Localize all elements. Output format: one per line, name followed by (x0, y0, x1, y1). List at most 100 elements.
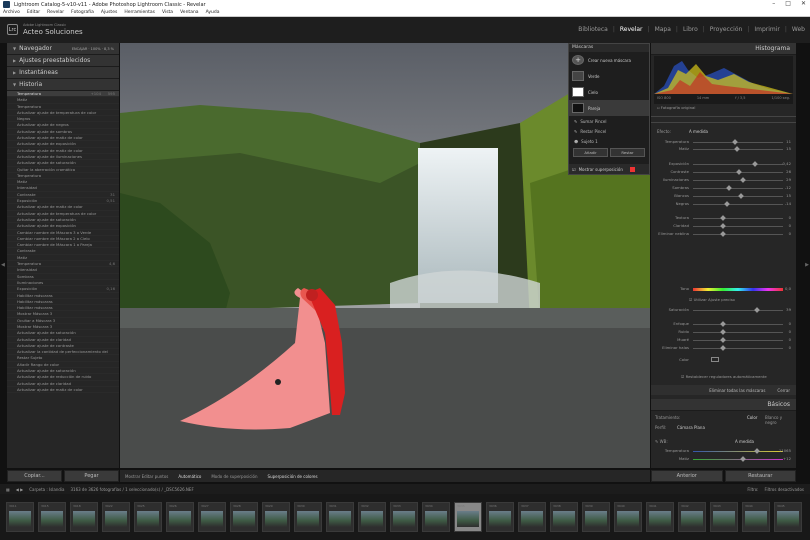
film-thumbnail[interactable]: 3944 (742, 502, 770, 532)
slider-contraste[interactable]: Contraste 26 (655, 169, 793, 177)
menu-ayuda[interactable]: Ayuda (206, 10, 220, 15)
film-thumbnail[interactable]: 3930 (294, 502, 322, 532)
mask-item-cielo[interactable]: Cielo (569, 84, 649, 100)
film-thumbnail[interactable]: 3935 (454, 502, 482, 532)
delete-masks-button[interactable]: Eliminar todas las máscaras (709, 388, 765, 393)
overlay-mode-select[interactable]: Superposición de colores (268, 474, 318, 479)
treatment-color[interactable]: Color (747, 415, 757, 420)
fine-adjust-check[interactable]: ☑ Utilizar Ajuste preciso (689, 297, 735, 302)
mask-item-verde[interactable]: Verde (569, 68, 649, 84)
slider-knob[interactable] (738, 193, 744, 199)
slider-knob[interactable] (720, 329, 726, 335)
slider-textura[interactable]: Textura 0 (655, 215, 793, 223)
copy-button[interactable]: Copiar... (7, 470, 62, 482)
film-thumbnail[interactable]: 3915 (38, 502, 66, 532)
slider-eliminar-halos[interactable]: Eliminar halos 0 (655, 345, 793, 353)
slider-claridad[interactable]: Claridad 0 (655, 223, 793, 231)
add-mask-button[interactable]: Añadir (573, 148, 608, 157)
film-thumbnail[interactable]: 3937 (518, 502, 546, 532)
module-libro[interactable]: Libro (678, 26, 703, 33)
folder-label[interactable]: Carpeta : Islandia (29, 487, 64, 492)
show-pins-select[interactable]: Automático (178, 474, 201, 479)
reset-sliders-check[interactable]: ☑ Restablecer reguladores automáticament… (681, 374, 767, 379)
close-masks-button[interactable]: Cerrar (777, 388, 790, 393)
mask-component-subject[interactable]: ☻ Sujeto 1 (569, 136, 649, 146)
module-mapa[interactable]: Mapa (650, 26, 676, 33)
tint-slider[interactable]: Matiz +12 (655, 456, 793, 464)
slider-sombras[interactable]: Sombras -12 (655, 185, 793, 193)
slider-knob[interactable] (720, 231, 726, 237)
menu-revelar[interactable]: Revelar (47, 10, 64, 15)
film-thumbnail[interactable]: 3943 (710, 502, 738, 532)
saturation-slider[interactable]: Saturación 39 (655, 307, 793, 315)
treatment-bw[interactable]: Blanco y negro (765, 415, 793, 425)
film-thumbnail[interactable]: 3938 (550, 502, 578, 532)
module-web[interactable]: Web (787, 26, 810, 33)
film-thumbnail[interactable]: 3945 (774, 502, 802, 532)
slider-eliminar-neblina[interactable]: Eliminar neblina 0 (655, 231, 793, 239)
menu-ventana[interactable]: Ventana (180, 10, 198, 15)
subtract-mask-button[interactable]: Restar (610, 148, 645, 157)
module-revelar[interactable]: Revelar (615, 26, 648, 33)
slider-knob[interactable] (720, 223, 726, 229)
slider-exposición[interactable]: Exposición 0,42 (655, 161, 793, 169)
slider-ruido[interactable]: Ruido 0 (655, 329, 793, 337)
module-imprimir[interactable]: Imprimir (749, 26, 785, 33)
film-thumbnail[interactable]: 3932 (358, 502, 386, 532)
back-arrow-icon[interactable]: ◀ ▶ (16, 487, 23, 492)
film-thumbnail[interactable]: 3922 (102, 502, 130, 532)
mask-component-subtract-brush[interactable]: ✎ Restar Pincel (569, 126, 649, 136)
wb-select[interactable]: A medida (735, 439, 754, 444)
reset-button[interactable]: Restaurar (724, 470, 796, 482)
hue-slider[interactable]: Tono 0,0 (655, 286, 793, 294)
previous-button[interactable]: Anterior (651, 470, 723, 482)
history-header[interactable]: ▼ Historia (7, 79, 119, 91)
slider-knob[interactable] (736, 169, 742, 175)
profile-select[interactable]: Cámara Plana (677, 425, 705, 430)
film-thumbnail[interactable]: 3934 (422, 502, 450, 532)
slider-knob[interactable] (724, 201, 730, 207)
color-swatch-icon[interactable] (711, 357, 719, 362)
slider-knob[interactable] (752, 161, 758, 167)
minimize-button[interactable]: – (772, 0, 775, 7)
original-photo-check[interactable]: ▫ Fotografía original (657, 105, 695, 110)
paste-button[interactable]: Pegar (64, 470, 119, 482)
color-swatch-row[interactable]: Color (655, 357, 793, 365)
overlay-color-swatch[interactable] (630, 166, 635, 172)
slider-iluminaciones[interactable]: Iluminaciones 29 (655, 177, 793, 185)
slider-knob[interactable] (720, 215, 726, 221)
presets-header[interactable]: ▶ Ajustes preestablecidos (7, 55, 119, 67)
grid-icon[interactable]: ▦ (6, 487, 10, 492)
film-thumbnail[interactable]: 3928 (230, 502, 258, 532)
slider-negros[interactable]: Negros -14 (655, 201, 793, 209)
menu-fotografia[interactable]: Fotografía (71, 10, 94, 15)
menu-editar[interactable]: Editar (27, 10, 40, 15)
maximize-button[interactable]: □ (785, 0, 791, 7)
eyedropper-icon[interactable]: ✎ (655, 439, 658, 444)
history-item[interactable]: Actualizar ajuste de matiz de color (7, 387, 119, 394)
slider-knob[interactable] (720, 321, 726, 327)
filmstrip[interactable]: 3911 3915 3918 3922 3925 3926 3927 3928 3929 3930… (0, 494, 810, 540)
slider-matiz[interactable]: Matiz 15 (655, 146, 793, 154)
menu-vista[interactable]: Vista (162, 10, 173, 15)
mask-component-add-brush[interactable]: ✎ Sumar Pincel (569, 116, 649, 126)
slider-knob[interactable] (720, 337, 726, 343)
menu-herramientas[interactable]: Herramientas (124, 10, 155, 15)
film-thumbnail[interactable]: 3918 (70, 502, 98, 532)
slider-knob[interactable] (732, 139, 738, 145)
film-thumbnail[interactable]: 3942 (678, 502, 706, 532)
slider-enfoque[interactable]: Enfoque 0 (655, 321, 793, 329)
film-thumbnail[interactable]: 3933 (390, 502, 418, 532)
filter-select[interactable]: Filtros desactivados (765, 487, 804, 492)
snapshots-header[interactable]: ▶ Instantáneas (7, 67, 119, 79)
film-thumbnail[interactable]: 3926 (166, 502, 194, 532)
left-panel-toggle-icon[interactable]: ◀ (1, 262, 5, 268)
mask-item-pareja[interactable]: Pareja (569, 100, 649, 116)
film-thumbnail[interactable]: 3940 (614, 502, 642, 532)
film-thumbnail[interactable]: 3929 (262, 502, 290, 532)
navigator-header[interactable]: ▼ Navegador ENCAJAR · 100% · 8,3 % (7, 43, 119, 55)
slider-knob[interactable] (720, 345, 726, 351)
slider-knob[interactable] (734, 146, 740, 152)
close-button[interactable]: ✕ (801, 0, 806, 7)
slider-knob[interactable] (726, 185, 732, 191)
